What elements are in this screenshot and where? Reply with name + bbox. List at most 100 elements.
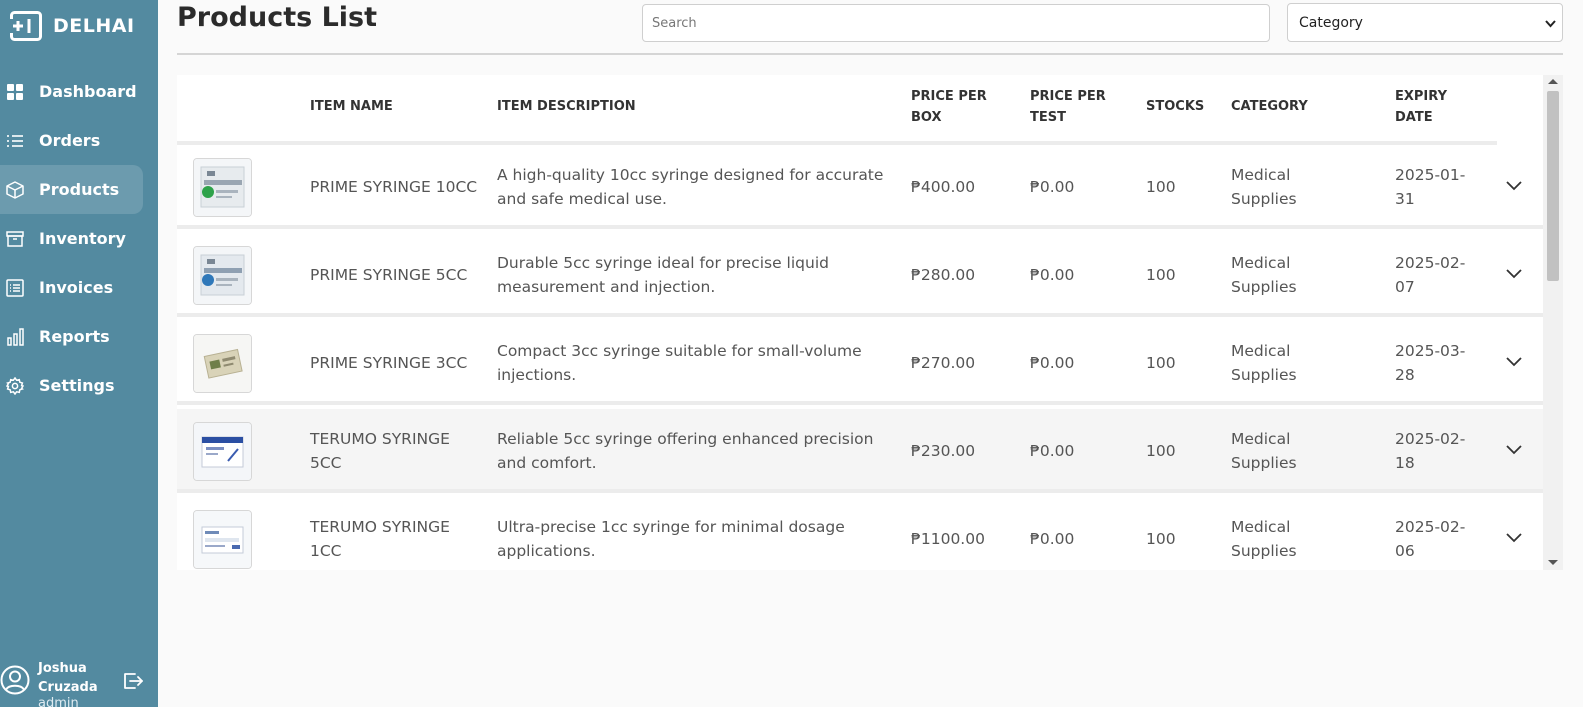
table-row[interactable]: PRIME SYRINGE 3CC Compact 3cc syringe su… xyxy=(177,321,1543,405)
column-header-price-per-box[interactable]: PRICE PER BOX xyxy=(911,86,1001,128)
receipt-icon xyxy=(6,278,24,297)
cell-item-name: PRIME SYRINGE 5CC xyxy=(310,266,468,284)
cell-item-description: Ultra-precise 1cc syringe for minimal do… xyxy=(497,518,845,560)
chevron-down-icon[interactable] xyxy=(1505,531,1523,543)
cell-stocks: 100 xyxy=(1146,266,1176,284)
column-header-stocks[interactable]: STOCKS xyxy=(1146,96,1204,117)
cell-stocks: 100 xyxy=(1146,442,1176,460)
cell-expiry-date: 2025-03-28 xyxy=(1395,342,1466,384)
column-header-item-description[interactable]: ITEM DESCRIPTION xyxy=(497,96,636,117)
chevron-down-icon xyxy=(1545,20,1556,28)
product-thumbnail xyxy=(193,510,252,569)
table-row[interactable]: TERUMO SYRINGE 5CC Reliable 5cc syringe … xyxy=(177,409,1543,493)
cell-expiry-date: 2025-02-07 xyxy=(1395,254,1466,296)
gear-icon xyxy=(6,376,24,395)
product-image xyxy=(194,335,251,392)
sidebar-item-dashboard[interactable]: Dashboard xyxy=(0,67,158,116)
column-header-category[interactable]: CATEGORY xyxy=(1231,96,1308,117)
cell-price-per-test: ₱0.00 xyxy=(1030,442,1075,460)
sidebar-item-label: Dashboard xyxy=(39,82,137,101)
cell-category: Medical Supplies xyxy=(1231,166,1297,208)
cell-item-description: Compact 3cc syringe suitable for small-v… xyxy=(497,342,862,384)
product-thumbnail xyxy=(193,334,252,393)
cell-price-per-test: ₱0.00 xyxy=(1030,530,1075,548)
cell-expiry-date: 2025-01-31 xyxy=(1395,166,1466,208)
cell-price-per-box: ₱230.00 xyxy=(911,442,976,460)
cell-item-name: TERUMO SYRINGE 5CC xyxy=(310,430,450,472)
cell-category: Medical Supplies xyxy=(1231,254,1297,296)
cell-item-description: Reliable 5cc syringe offering enhanced p… xyxy=(497,430,874,472)
sidebar-item-label: Inventory xyxy=(39,229,126,248)
bar-chart-icon xyxy=(7,327,24,346)
cell-item-name: PRIME SYRINGE 3CC xyxy=(310,354,468,372)
products-table: ITEM NAME ITEM DESCRIPTION PRICE PER BOX… xyxy=(177,75,1563,570)
user-panel: Joshua Cruzada admin xyxy=(0,652,158,707)
cell-item-name: PRIME SYRINGE 10CC xyxy=(310,178,478,196)
cell-expiry-date: 2025-02-18 xyxy=(1395,430,1466,472)
chevron-down-icon[interactable] xyxy=(1505,179,1523,191)
sidebar-nav: Dashboard Orders Products Inventory Invo… xyxy=(0,67,158,410)
user-name: Joshua Cruzada xyxy=(38,661,98,695)
brand-name: DELHAI xyxy=(53,15,135,37)
cell-stocks: 100 xyxy=(1146,354,1176,372)
scrollbar-thumb[interactable] xyxy=(1547,91,1559,281)
sidebar-item-invoices[interactable]: Invoices xyxy=(0,263,158,312)
sidebar-item-label: Invoices xyxy=(39,278,114,297)
product-thumbnail xyxy=(193,246,252,305)
table-row[interactable]: TERUMO SYRINGE 1CC Ultra-precise 1cc syr… xyxy=(177,497,1543,570)
product-image xyxy=(194,159,251,216)
cell-price-per-box: ₱1100.00 xyxy=(911,530,985,548)
logout-icon[interactable] xyxy=(122,670,144,692)
cell-category: Medical Supplies xyxy=(1231,518,1297,560)
grid-icon xyxy=(7,83,23,100)
cell-item-description: A high-quality 10cc syringe designed for… xyxy=(497,166,884,208)
cell-price-per-box: ₱280.00 xyxy=(911,266,976,284)
column-header-item-name[interactable]: ITEM NAME xyxy=(310,96,393,117)
logo-icon xyxy=(10,11,42,41)
sidebar-item-settings[interactable]: Settings xyxy=(0,361,158,410)
cell-price-per-box: ₱270.00 xyxy=(911,354,976,372)
category-select[interactable]: Category xyxy=(1287,3,1563,42)
scroll-up-arrow-icon[interactable] xyxy=(1548,79,1558,84)
avatar-icon xyxy=(0,665,30,695)
sidebar-item-reports[interactable]: Reports xyxy=(0,312,158,361)
sidebar: DELHAI Dashboard Orders Products Invento… xyxy=(0,0,158,707)
table-row[interactable]: PRIME SYRINGE 10CC A high-quality 10cc s… xyxy=(177,145,1543,229)
category-select-value: Category xyxy=(1299,14,1363,31)
chevron-down-icon[interactable] xyxy=(1505,355,1523,367)
cell-expiry-date: 2025-02-06 xyxy=(1395,518,1466,560)
chevron-down-icon[interactable] xyxy=(1505,443,1523,455)
cell-category: Medical Supplies xyxy=(1231,342,1297,384)
table-scrollbar[interactable] xyxy=(1543,75,1563,570)
page-title: Products List xyxy=(177,2,378,33)
archive-icon xyxy=(6,230,24,247)
sidebar-item-products[interactable]: Products xyxy=(0,165,143,214)
brand[interactable]: DELHAI xyxy=(10,10,135,42)
chevron-down-icon[interactable] xyxy=(1505,267,1523,279)
list-icon xyxy=(7,134,23,147)
table-row[interactable]: PRIME SYRINGE 5CC Durable 5cc syringe id… xyxy=(177,233,1543,317)
search-input[interactable] xyxy=(642,4,1270,42)
product-image xyxy=(194,423,251,480)
product-image xyxy=(194,247,251,304)
product-thumbnail xyxy=(193,158,252,217)
product-thumbnail xyxy=(193,422,252,481)
product-image xyxy=(194,511,251,568)
sidebar-item-label: Orders xyxy=(39,131,101,150)
cell-price-per-test: ₱0.00 xyxy=(1030,178,1075,196)
table-header: ITEM NAME ITEM DESCRIPTION PRICE PER BOX… xyxy=(177,75,1497,145)
sidebar-item-label: Reports xyxy=(39,327,110,346)
cell-item-name: TERUMO SYRINGE 1CC xyxy=(310,518,450,560)
cell-price-per-box: ₱400.00 xyxy=(911,178,976,196)
scroll-down-arrow-icon[interactable] xyxy=(1548,560,1558,565)
column-header-price-per-test[interactable]: PRICE PER TEST xyxy=(1030,86,1120,128)
cell-stocks: 100 xyxy=(1146,530,1176,548)
column-header-expiry-date[interactable]: EXPIRY DATE xyxy=(1395,86,1465,128)
cell-price-per-test: ₱0.00 xyxy=(1030,354,1075,372)
box-icon xyxy=(6,180,24,199)
sidebar-item-inventory[interactable]: Inventory xyxy=(0,214,158,263)
cell-category: Medical Supplies xyxy=(1231,430,1297,472)
cell-price-per-test: ₱0.00 xyxy=(1030,266,1075,284)
sidebar-item-orders[interactable]: Orders xyxy=(0,116,158,165)
sidebar-item-label: Settings xyxy=(39,376,115,395)
